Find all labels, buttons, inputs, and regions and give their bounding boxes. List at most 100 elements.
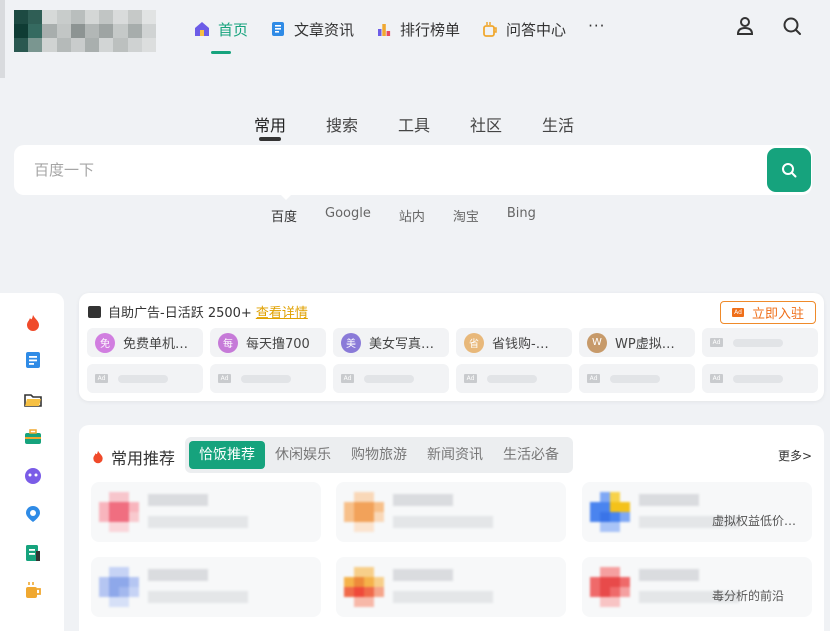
engine-pointer	[281, 195, 291, 200]
ad-slot-empty[interactable]: Ad	[456, 364, 572, 393]
nav-item-label: 问答中心	[506, 20, 567, 39]
site-tile[interactable]	[336, 557, 566, 617]
cup-icon[interactable]	[24, 581, 42, 599]
recommend-more-link[interactable]: 更多>	[778, 447, 812, 464]
ad-item[interactable]: 每每天撸700	[210, 328, 326, 357]
top-header: 首页 文章资讯 排行榜单 问答中心 ···	[0, 0, 830, 80]
ad-tag-icon: Ad	[341, 374, 354, 383]
engine-google[interactable]: Google	[325, 206, 371, 225]
ad-tag-icon: Ad	[464, 374, 477, 383]
header-actions	[736, 16, 802, 36]
article-icon	[272, 22, 285, 36]
search-input[interactable]	[14, 145, 754, 195]
search-icon[interactable]	[782, 16, 802, 36]
site-thumbnail	[590, 567, 630, 607]
tab-essentials[interactable]: 生活必备	[493, 441, 569, 469]
ad-grid: 免免费单机… 每每天撸700 美美女写真… 省省钱购-… W WP虚拟… Ad A…	[87, 328, 818, 393]
ad-header: 自助广告-日活跃 2500+ 查看详情	[88, 302, 308, 321]
ad-item-label: 美女写真…	[369, 337, 435, 352]
search-engine-list: 百度 Google 站内 淘宝 Bing	[271, 206, 564, 225]
ad-slot-empty[interactable]: Ad	[87, 364, 203, 393]
site-description: 虚拟权益低价…	[712, 514, 797, 528]
ranking-icon	[378, 24, 391, 36]
tab-tools[interactable]: 工具	[398, 112, 470, 136]
site-tile[interactable]: 毒分析的前沿	[582, 557, 812, 617]
nav-item-ranking[interactable]: 排行榜单	[376, 14, 460, 44]
engine-baidu[interactable]: 百度	[271, 206, 297, 225]
ad-avatar: 每	[218, 332, 238, 353]
ad-details-link[interactable]: 查看详情	[256, 302, 308, 321]
site-tile[interactable]	[91, 557, 321, 617]
tab-community[interactable]: 社区	[470, 112, 542, 136]
tab-leisure[interactable]: 休闲娱乐	[265, 441, 341, 469]
ad-tag-icon: Ad	[710, 338, 723, 347]
blurred-title	[393, 494, 453, 506]
search-submit-button[interactable]	[767, 148, 811, 192]
location-icon[interactable]	[24, 505, 42, 523]
site-tile[interactable]	[336, 482, 566, 542]
ad-join-button[interactable]: Ad 立即入驻	[720, 301, 816, 324]
ad-tag-icon: Ad	[95, 374, 108, 383]
placeholder-bar	[241, 374, 291, 383]
site-thumbnail	[344, 492, 384, 532]
nav-item-label: 文章资讯	[294, 20, 355, 39]
site-tile[interactable]: 虚拟权益低价…	[582, 482, 812, 542]
nav-item-home[interactable]: 首页	[194, 14, 249, 54]
search-box	[14, 145, 812, 195]
nav-more-button[interactable]: ···	[588, 17, 605, 35]
ad-slot-empty[interactable]: Ad	[579, 364, 695, 393]
home-icon	[195, 22, 209, 36]
blurred-description	[393, 591, 493, 603]
site-tile[interactable]	[91, 482, 321, 542]
blurred-description	[148, 516, 248, 528]
placeholder-bar	[733, 374, 783, 383]
recommend-title: 常用推荐	[91, 445, 175, 469]
tab-featured[interactable]: 恰饭推荐	[189, 441, 265, 469]
blurred-title	[148, 494, 208, 506]
nav-item-articles[interactable]: 文章资讯	[270, 14, 354, 44]
blurred-title	[639, 494, 699, 506]
nav-item-qa[interactable]: 问答中心	[482, 14, 566, 44]
blurred-title	[393, 569, 453, 581]
tab-life[interactable]: 生活	[542, 112, 614, 136]
engine-taobao[interactable]: 淘宝	[453, 206, 479, 225]
ad-slot-empty[interactable]: Ad	[210, 364, 326, 393]
toolbox-icon[interactable]	[24, 428, 42, 446]
fire-icon[interactable]	[24, 314, 42, 332]
engine-site[interactable]: 站内	[399, 206, 425, 225]
tab-news[interactable]: 新闻资讯	[417, 441, 493, 469]
site-logo[interactable]	[14, 10, 156, 52]
recommend-tabs: 恰饭推荐 休闲娱乐 购物旅游 新闻资讯 生活必备	[185, 437, 573, 473]
ad-item[interactable]: 美美女写真…	[333, 328, 449, 357]
folder-icon[interactable]	[24, 391, 42, 409]
recommend-title-text: 常用推荐	[111, 449, 176, 468]
user-icon[interactable]	[736, 16, 754, 36]
tab-search[interactable]: 搜索	[326, 112, 398, 136]
ad-item-label: WP虚拟…	[615, 337, 675, 352]
nav-item-label: 首页	[218, 20, 249, 39]
site-thumbnail	[344, 567, 384, 607]
search-icon	[782, 163, 797, 178]
news-icon[interactable]	[24, 544, 42, 562]
article-icon[interactable]	[24, 351, 42, 369]
side-rail	[0, 293, 64, 631]
ad-tag-icon: Ad	[587, 374, 600, 383]
tab-shopping[interactable]: 购物旅游	[341, 441, 417, 469]
placeholder-bar	[487, 374, 537, 383]
ad-item[interactable]: 省省钱购-…	[456, 328, 572, 357]
ad-slot-empty[interactable]: Ad	[333, 364, 449, 393]
ad-tag-icon: Ad	[710, 374, 723, 383]
ad-item[interactable]: 免免费单机…	[87, 328, 203, 357]
engine-bing[interactable]: Bing	[507, 206, 536, 225]
blurred-title	[639, 569, 699, 581]
search-category-tabs: 常用 搜索 工具 社区 生活	[254, 112, 614, 141]
ad-item[interactable]: W WP虚拟…	[579, 328, 695, 357]
tab-common[interactable]: 常用	[254, 112, 326, 141]
ad-avatar: 省	[464, 332, 484, 353]
game-icon[interactable]	[24, 467, 42, 485]
ad-slot-empty[interactable]: Ad	[702, 328, 818, 357]
placeholder-bar	[364, 374, 414, 383]
ad-slot-empty[interactable]: Ad	[702, 364, 818, 393]
ad-tag-icon: Ad	[731, 308, 744, 317]
ad-head-text: 自助广告-日活跃 2500+	[108, 306, 252, 321]
